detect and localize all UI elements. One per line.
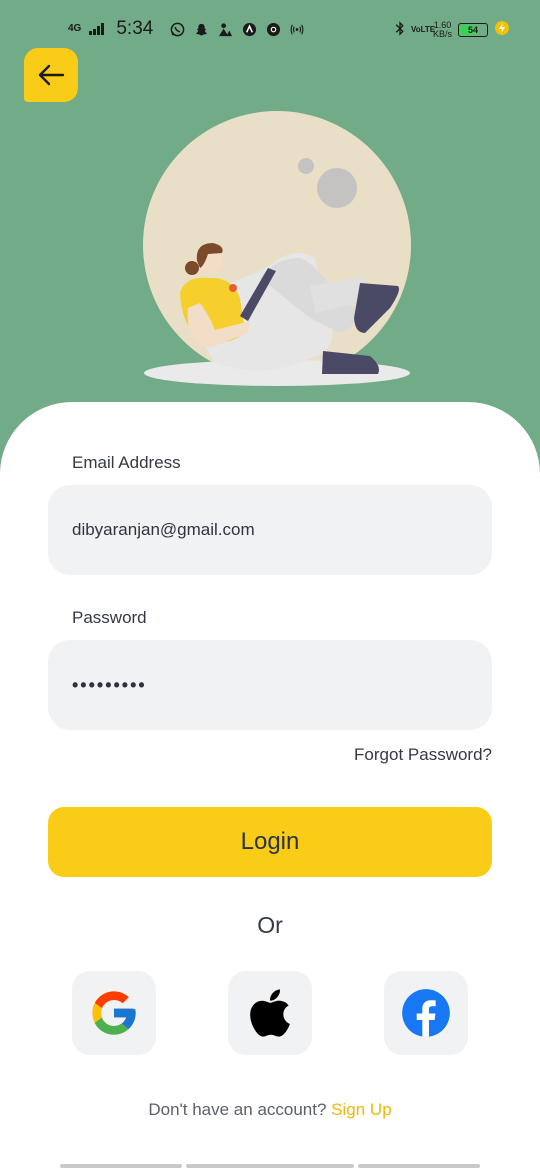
arrow-left-icon xyxy=(38,64,65,86)
apple-login-button[interactable] xyxy=(228,971,312,1055)
signup-prompt: Don't have an account? Sign Up xyxy=(0,1100,540,1120)
network-type: 4G xyxy=(68,23,82,34)
battery-level: 54 xyxy=(467,24,478,35)
login-button[interactable]: Login xyxy=(48,807,492,877)
network-speed: 1.60 KB/s xyxy=(432,20,452,39)
forgot-password-link[interactable]: Forgot Password? xyxy=(354,745,492,765)
signup-prompt-text: Don't have an account? xyxy=(148,1100,327,1119)
email-label: Email Address xyxy=(72,453,181,472)
email-field[interactable]: dibyaranjan@gmail.com xyxy=(48,485,492,575)
chrome-icon xyxy=(265,21,281,37)
password-label: Password xyxy=(72,608,147,627)
or-divider: Or xyxy=(257,912,283,938)
clock: 5:34 xyxy=(116,18,154,39)
whatsapp-icon xyxy=(169,21,185,37)
nav-handle-left xyxy=(60,1164,182,1168)
hotspot-icon xyxy=(289,21,305,37)
nav-handle-center[interactable] xyxy=(186,1164,354,1168)
volte-indicator: VoLTE xyxy=(410,24,436,34)
app-icon xyxy=(217,21,233,37)
snapchat-icon xyxy=(193,21,209,37)
nav-handle-right xyxy=(358,1164,480,1168)
battery-indicator: 54 xyxy=(458,22,488,37)
password-field[interactable]: ••••••••• xyxy=(48,640,492,730)
signup-link[interactable]: Sign Up xyxy=(331,1100,391,1119)
google-login-button[interactable] xyxy=(72,971,156,1055)
reading-woman-illustration xyxy=(143,111,411,386)
status-bar: 4G 5:34 VoLTE 1.60 KB/s 54 xyxy=(0,0,540,60)
back-button[interactable] xyxy=(24,48,78,102)
apple-icon xyxy=(250,989,290,1037)
speed-unit: KB/s xyxy=(432,28,452,39)
email-value: dibyaranjan@gmail.com xyxy=(72,520,255,539)
password-value: ••••••••• xyxy=(72,674,147,695)
facebook-icon xyxy=(402,989,450,1037)
arc-icon xyxy=(241,21,257,37)
login-button-label: Login xyxy=(240,828,300,855)
google-icon xyxy=(92,991,136,1035)
bluetooth-icon xyxy=(395,20,405,39)
charging-icon xyxy=(494,20,510,39)
signal-icon xyxy=(89,23,105,35)
facebook-login-button[interactable] xyxy=(384,971,468,1055)
